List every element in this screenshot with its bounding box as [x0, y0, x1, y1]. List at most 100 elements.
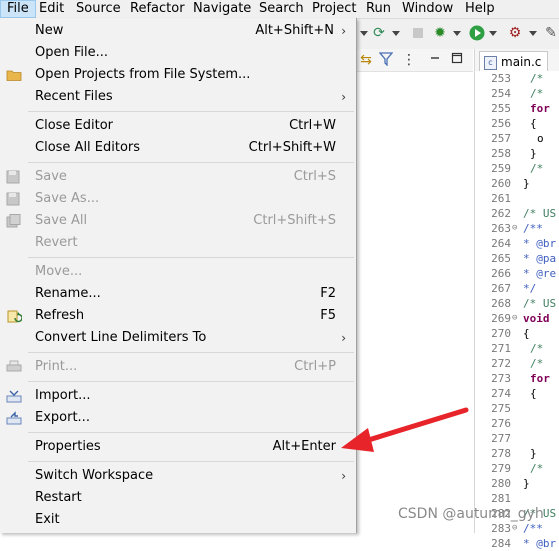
menu-item-save-all[interactable]: Save All Ctrl+Shift+S — [0, 210, 356, 232]
menu-item-open-projects[interactable]: Open Projects from File System... — [0, 64, 356, 86]
menu-search[interactable]: Search — [253, 0, 310, 18]
debug-bug-icon[interactable]: ✹ — [432, 25, 448, 41]
menu-item-shortcut: Ctrl+P — [294, 359, 336, 374]
line-number: 272 — [491, 357, 511, 370]
menu-item-revert[interactable]: Revert — [0, 232, 356, 254]
refresh-target-icon[interactable]: ⟳ — [371, 25, 387, 41]
menu-item-label: Save As... — [35, 191, 100, 206]
fold-toggle-icon[interactable]: ⊖ — [512, 221, 520, 236]
code-editor[interactable]: 253 254 255 256 257 258 259 260 261 262 263 ⊖ 264 265… — [474, 71, 559, 550]
line-number: 273 — [491, 372, 511, 385]
menu-item-label: Recent Files — [35, 89, 113, 104]
menu-refactor[interactable]: Refactor — [124, 0, 191, 18]
menu-file[interactable]: File — [0, 0, 36, 18]
code-line: /* — [530, 357, 544, 370]
menu-item-recent-files[interactable]: Recent Files › — [0, 86, 356, 108]
menu-item-properties[interactable]: Properties Alt+Enter — [0, 436, 356, 458]
view-menu-icon[interactable]: ⋮ — [401, 52, 417, 68]
minimize-icon[interactable] — [427, 52, 443, 68]
dropdown-caret-icon[interactable] — [489, 31, 497, 36]
code-line: { — [530, 387, 537, 400]
menu-item-import[interactable]: Import... — [0, 385, 356, 407]
menu-bar: File Edit Source Refactor Navigate Searc… — [0, 0, 559, 19]
line-number: 255 — [491, 102, 511, 115]
watermark-text: CSDN @autumn_gyh — [398, 506, 544, 522]
external-tools-icon[interactable]: ⚙ — [507, 25, 523, 41]
menu-window[interactable]: Window — [396, 0, 459, 18]
menu-navigate[interactable]: Navigate — [187, 0, 257, 18]
menu-item-shortcut: F5 — [320, 308, 336, 323]
menu-item-restart[interactable]: Restart — [0, 487, 356, 509]
line-number: 258 — [491, 147, 511, 160]
line-number: 263 — [491, 222, 511, 235]
line-number: 264 — [491, 237, 511, 250]
menu-item-print[interactable]: Print... Ctrl+P — [0, 356, 356, 378]
menu-item-switch-workspace[interactable]: Switch Workspace › — [0, 465, 356, 487]
line-number: 279 — [491, 462, 511, 475]
menu-item-shortcut: Alt+Enter — [272, 439, 336, 454]
line-number: 262 — [491, 207, 511, 220]
refresh-icon — [6, 309, 23, 323]
code-line: /* — [530, 72, 544, 85]
line-number: 280 — [491, 477, 511, 490]
tab-main-c[interactable]: c main.c — [479, 51, 549, 72]
line-number: 267 — [491, 282, 511, 295]
menu-item-exit[interactable]: Exit — [0, 509, 356, 531]
link-with-editor-icon[interactable]: ⇆ — [358, 52, 374, 68]
code-line: } — [523, 477, 530, 490]
line-number: 284 — [491, 537, 511, 550]
fold-toggle-icon[interactable]: ⊖ — [512, 521, 520, 536]
menu-item-close-all-editors[interactable]: Close All Editors Ctrl+Shift+W — [0, 137, 356, 159]
line-number: 253 — [491, 72, 511, 85]
menu-item-refresh[interactable]: Refresh F5 — [0, 305, 356, 327]
save-all-icon — [6, 214, 22, 228]
editor-tab-bar: c main.c — [474, 49, 559, 72]
menu-item-close-editor[interactable]: Close Editor Ctrl+W — [0, 115, 356, 137]
line-number: 254 — [491, 87, 511, 100]
filter-icon[interactable] — [378, 52, 394, 68]
more-tools-icon[interactable]: ✎ — [543, 25, 559, 41]
submenu-arrow-icon: › — [341, 331, 346, 345]
run-icon[interactable] — [469, 25, 485, 41]
line-number: 256 — [491, 117, 511, 130]
code-line: /* — [530, 462, 544, 475]
menu-project[interactable]: Project — [306, 0, 362, 18]
line-number: 268 — [491, 297, 511, 310]
code-line: /** — [523, 522, 543, 535]
menu-source[interactable]: Source — [70, 0, 127, 18]
menu-separator — [28, 257, 354, 258]
menu-edit[interactable]: Edit — [33, 0, 70, 18]
code-line: { — [523, 327, 530, 340]
explorer-view-toolbar: ⇆ ⋮ — [357, 49, 473, 72]
printer-icon — [6, 360, 22, 374]
line-number: 271 — [491, 342, 511, 355]
menu-item-move[interactable]: Move... — [0, 261, 356, 283]
dropdown-caret-icon[interactable] — [453, 31, 461, 36]
menu-item-open-file[interactable]: Open File... — [0, 42, 356, 64]
menu-separator — [28, 381, 354, 382]
menu-item-label: Revert — [35, 235, 78, 250]
menu-item-label: Rename... — [35, 286, 101, 301]
line-number: 281 — [491, 492, 511, 505]
tab-label: main.c — [501, 55, 542, 69]
line-number: 269 — [491, 312, 511, 325]
explorer-view — [357, 49, 473, 533]
dropdown-caret-icon[interactable] — [529, 31, 537, 36]
menu-item-label: Save — [35, 169, 67, 184]
maximize-icon[interactable] — [449, 52, 465, 68]
menu-item-convert-line-delimiters[interactable]: Convert Line Delimiters To › — [0, 327, 356, 349]
menu-item-new[interactable]: New Alt+Shift+N › — [0, 20, 356, 42]
menu-help[interactable]: Help — [459, 0, 501, 18]
menu-item-export[interactable]: Export... — [0, 407, 356, 429]
menu-item-rename[interactable]: Rename... F2 — [0, 283, 356, 305]
save-as-icon — [6, 192, 22, 206]
dropdown-caret-icon[interactable] — [360, 31, 368, 36]
menu-item-shortcut: Ctrl+Shift+W — [248, 140, 336, 155]
line-number: 261 — [491, 192, 511, 205]
menu-item-save-as[interactable]: Save As... — [0, 188, 356, 210]
dropdown-caret-icon[interactable] — [392, 31, 400, 36]
menu-run[interactable]: Run — [360, 0, 397, 18]
menu-item-save[interactable]: Save Ctrl+S — [0, 166, 356, 188]
fold-toggle-icon[interactable]: ⊖ — [512, 311, 520, 326]
folder-icon — [6, 68, 22, 82]
